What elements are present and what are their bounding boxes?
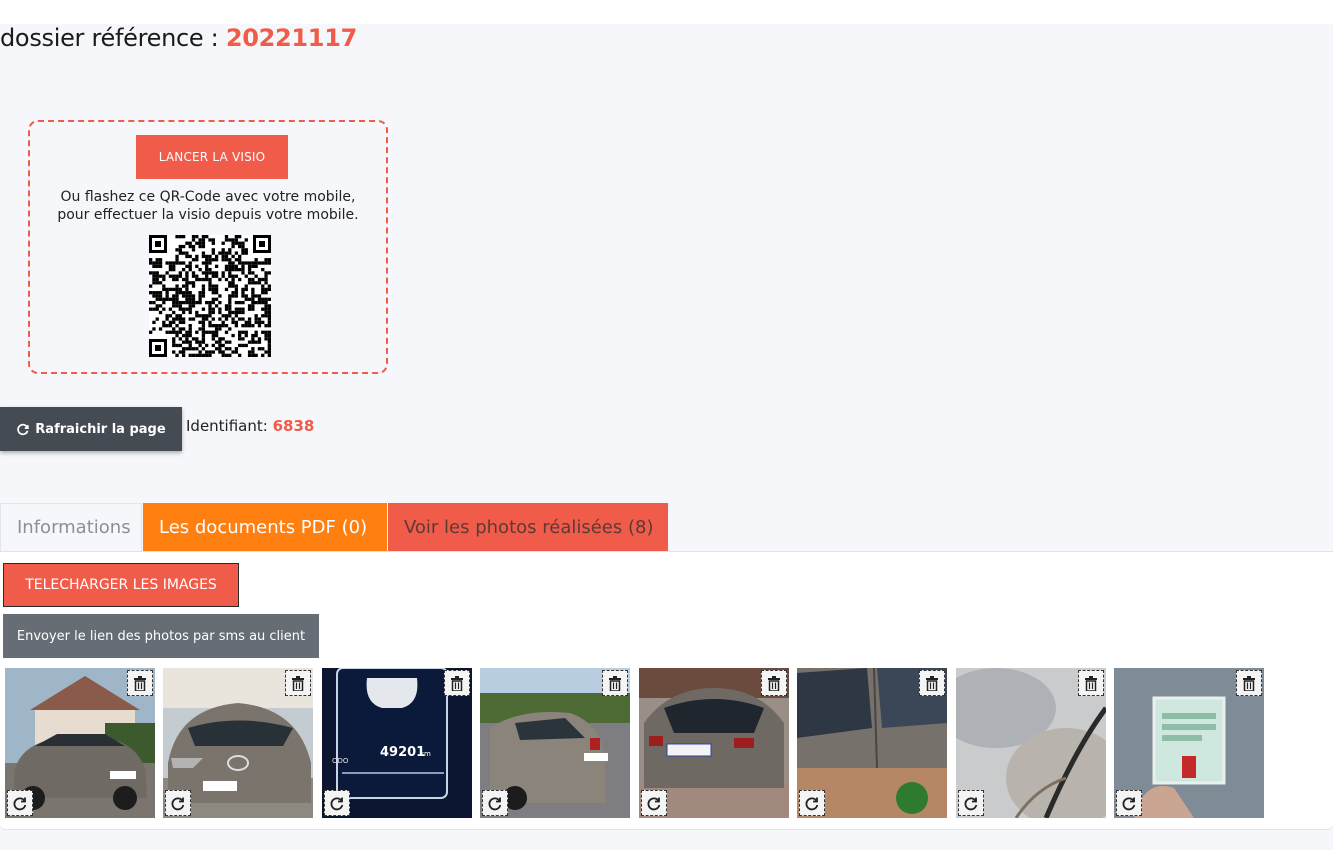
visio-instruction-line1: Ou flashez ce QR-Code avec votre mobile,	[60, 189, 356, 205]
trash-icon	[609, 675, 621, 691]
odometer-mode: ODO	[332, 757, 349, 765]
delete-photo-button[interactable]	[602, 670, 628, 696]
tab-informations[interactable]: Informations	[0, 503, 142, 551]
rotate-icon	[805, 797, 819, 811]
trash-icon	[1243, 675, 1255, 691]
odometer-value: 49201	[380, 745, 425, 760]
refresh-icon	[17, 423, 29, 436]
photos-panel: TELECHARGER LES IMAGES Envoyer le lien d…	[0, 551, 1333, 830]
trash-icon	[926, 675, 938, 691]
trash-icon	[768, 675, 780, 691]
ref-number: 20221117	[225, 24, 358, 52]
page-title: dossier référence : 20221117	[0, 24, 357, 52]
photo-thumbnail[interactable]	[5, 668, 155, 818]
rotate-photo-button[interactable]	[799, 790, 825, 816]
photo-thumbnail[interactable]	[480, 668, 630, 818]
rotate-icon	[1122, 797, 1136, 811]
rotate-photo-button[interactable]	[958, 790, 984, 816]
tab-bar: Informations Les documents PDF (0) Voir …	[0, 503, 668, 551]
start-visio-button[interactable]: LANCER LA VISIO	[136, 135, 288, 179]
delete-photo-button[interactable]	[919, 670, 945, 696]
photo-thumbnail[interactable]	[956, 668, 1106, 818]
rotate-icon	[171, 797, 185, 811]
rotate-photo-button[interactable]	[165, 790, 191, 816]
trash-icon	[1085, 675, 1097, 691]
trash-icon	[134, 675, 146, 691]
visio-box: LANCER LA VISIO Ou flashez ce QR-Code av…	[28, 120, 388, 374]
rotate-icon	[13, 797, 27, 811]
rotate-photo-button[interactable]	[1116, 790, 1142, 816]
rotate-icon	[488, 797, 502, 811]
tab-pdf-documents[interactable]: Les documents PDF (0)	[143, 503, 387, 551]
rotate-icon	[330, 797, 344, 811]
delete-photo-button[interactable]	[1236, 670, 1262, 696]
odometer-unit: km	[420, 750, 431, 758]
send-sms-link-button[interactable]: Envoyer le lien des photos par sms au cl…	[3, 614, 319, 658]
rotate-photo-button[interactable]	[641, 790, 667, 816]
rotate-icon	[647, 797, 661, 811]
delete-photo-button[interactable]	[285, 670, 311, 696]
rotate-photo-button[interactable]	[482, 790, 508, 816]
photo-thumbnail[interactable]	[639, 668, 789, 818]
photo-thumbnail[interactable]: ODO 49201 km	[322, 668, 472, 818]
rotate-icon	[964, 797, 978, 811]
rotate-photo-button[interactable]	[7, 790, 33, 816]
delete-photo-button[interactable]	[1078, 670, 1104, 696]
top-bar	[0, 0, 1333, 24]
photo-thumbnail[interactable]	[1114, 668, 1264, 818]
photo-thumbnail[interactable]	[163, 668, 313, 818]
visio-instructions: Ou flashez ce QR-Code avec votre mobile,…	[30, 188, 386, 224]
visio-instruction-line2: pour effectuer la visio depuis votre mob…	[57, 207, 359, 223]
refresh-page-button[interactable]: Rafraichir la page	[0, 407, 182, 451]
delete-photo-button[interactable]	[761, 670, 787, 696]
ref-label: dossier référence :	[0, 24, 226, 52]
delete-photo-button[interactable]	[127, 670, 153, 696]
identifier-value: 6838	[272, 417, 315, 435]
identifier: Identifiant: 6838	[186, 417, 314, 435]
rotate-photo-button[interactable]	[324, 790, 350, 816]
photo-thumbnail[interactable]	[797, 668, 947, 818]
refresh-page-label: Rafraichir la page	[35, 421, 166, 437]
trash-icon	[292, 675, 304, 691]
delete-photo-button[interactable]	[444, 670, 470, 696]
tab-photos[interactable]: Voir les photos réalisées (8)	[388, 503, 668, 551]
download-images-button[interactable]: TELECHARGER LES IMAGES	[3, 563, 239, 607]
qr-code	[149, 235, 271, 357]
identifier-label: Identifiant:	[186, 417, 273, 435]
trash-icon	[451, 675, 463, 691]
